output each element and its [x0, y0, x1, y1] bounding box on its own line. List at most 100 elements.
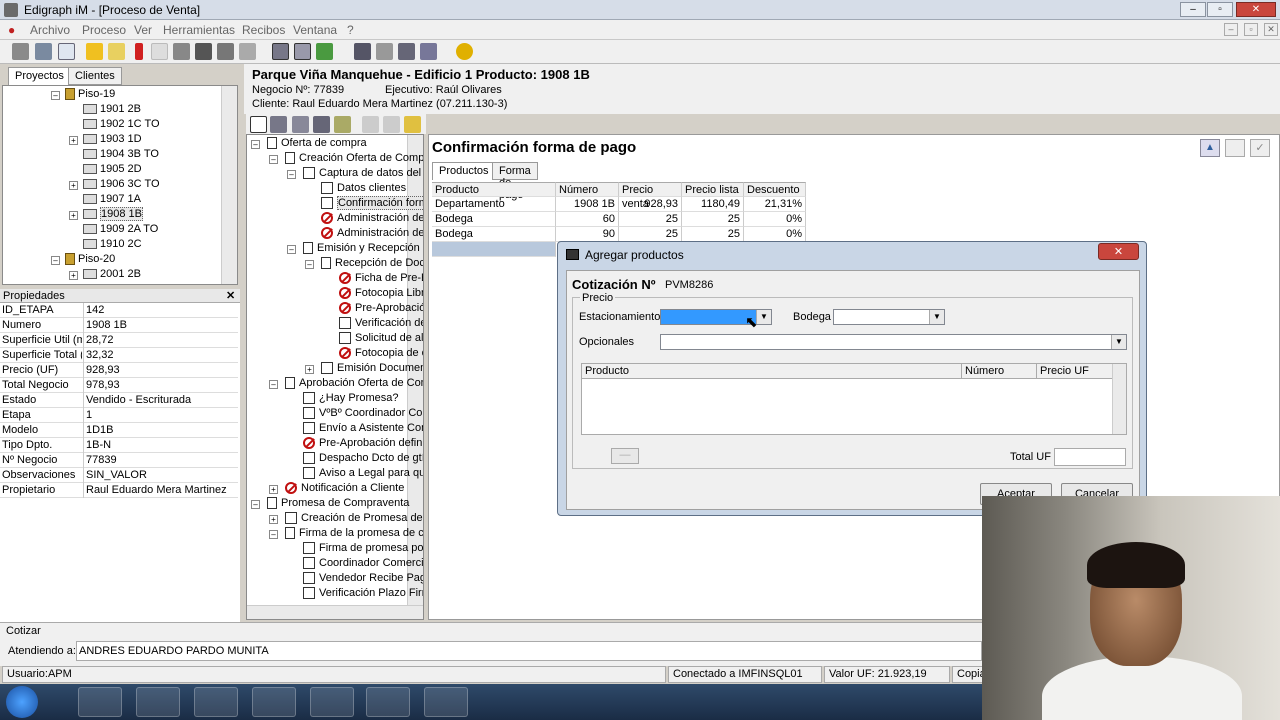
exclamation-icon[interactable] [135, 43, 143, 60]
menu-recibos[interactable]: Recibos [242, 23, 285, 37]
tree-unit-node[interactable]: 1904 3B TO [69, 148, 159, 163]
grid-header-cell[interactable]: Producto [432, 182, 556, 197]
grid-cell[interactable]: 0% [744, 212, 806, 227]
process-step[interactable]: – Recepción de Docu [305, 257, 423, 272]
property-row[interactable]: Propietario Raul Eduardo Mera Martinez [0, 483, 238, 498]
opcionales-select[interactable]: ▼ [660, 334, 1127, 350]
process-step[interactable]: – Promesa de Compraventa [251, 497, 409, 512]
process-step[interactable]: Pre-Aprobación definitiv [287, 437, 423, 452]
process-step[interactable]: + Creación de Promesa de Cc [269, 512, 423, 527]
tab-productos[interactable]: Productos [432, 162, 496, 180]
property-row[interactable]: Total Negocio 978,93 [0, 378, 238, 393]
app-taskbar-icon[interactable] [252, 687, 296, 717]
opcionales-table[interactable]: Producto Número Precio UF [581, 363, 1127, 435]
expand-icon[interactable]: – [51, 91, 60, 100]
close-button[interactable]: ✕ [1236, 2, 1276, 17]
property-row[interactable]: Modelo 1D1B [0, 423, 238, 438]
menu-help[interactable]: ? [347, 23, 354, 37]
users-tool-icon[interactable] [12, 43, 29, 60]
expand-icon[interactable]: – [251, 140, 260, 149]
process-step[interactable]: ¿Hay Promesa? [287, 392, 398, 407]
grid-cell[interactable]: 1908 1B [556, 197, 619, 212]
process-step[interactable]: Envío a Asistente Come [287, 422, 423, 437]
tree-floor-node[interactable]: – Piso-19 [51, 88, 115, 103]
process-step[interactable]: Administración de L [305, 212, 423, 227]
warning-icon[interactable] [86, 43, 103, 60]
property-row[interactable]: Superficie Util (m. 28,72 [0, 333, 238, 348]
property-row[interactable]: Nº Negocio 77839 [0, 453, 238, 468]
text-icon[interactable] [151, 43, 168, 60]
menu-ver[interactable]: Ver [134, 23, 152, 37]
grid-cell[interactable]: 60 [556, 212, 619, 227]
process-step[interactable]: – Creación Oferta de Compra [269, 152, 423, 167]
cotizar-label[interactable]: Cotizar [6, 625, 41, 637]
tree-unit-node[interactable]: +1903 1D [69, 133, 142, 148]
powerpoint-taskbar-icon[interactable] [366, 687, 410, 717]
expand-icon[interactable]: – [269, 380, 278, 389]
expand-icon[interactable]: + [69, 271, 78, 280]
property-row[interactable]: Estado Vendido - Escriturada [0, 393, 238, 408]
export-icon[interactable] [334, 116, 351, 133]
maximize-button[interactable]: ▫ [1207, 2, 1233, 17]
grid-cell[interactable]: 1180,49 [682, 197, 744, 212]
total-uf-field[interactable] [1054, 448, 1126, 466]
process-step[interactable]: + Emisión Documentc [305, 362, 423, 377]
expand-icon[interactable]: – [287, 170, 296, 179]
alert-icon[interactable] [108, 43, 125, 60]
chevron-down-icon[interactable]: ▼ [1111, 335, 1126, 349]
process-step[interactable]: – Aprobación Oferta de Comp [269, 377, 423, 392]
refresh-icon[interactable] [316, 43, 333, 60]
list-icon[interactable] [376, 43, 393, 60]
mdi-minimize-button[interactable]: – [1224, 23, 1238, 36]
process-step[interactable]: VºBº Coordinador Come [287, 407, 423, 422]
grid-header-cell[interactable]: Número [556, 182, 619, 197]
expand-icon[interactable]: – [305, 260, 314, 269]
ie-taskbar-icon[interactable] [78, 687, 122, 717]
grid-selected-row[interactable] [432, 242, 556, 257]
process-step[interactable]: Despacho Dcto de gtía [287, 452, 423, 467]
menu-herramientas[interactable]: Herramientas [163, 23, 235, 37]
exit-icon[interactable] [456, 43, 473, 60]
tree-unit-node[interactable]: +1906 3C TO [69, 178, 160, 193]
grid-cell[interactable]: Bodega [432, 227, 556, 242]
process-step[interactable]: Verificación Plazo Firma [287, 587, 423, 602]
explorer-taskbar-icon[interactable] [136, 687, 180, 717]
check-icon[interactable]: ✓ [1250, 139, 1270, 157]
process-step[interactable]: – Captura de datos del cc [287, 167, 423, 182]
process-step[interactable]: Coordinador Comercial ε [287, 557, 423, 572]
process-step[interactable]: – Firma de la promesa de com [269, 527, 423, 542]
process-step[interactable]: Confirmación forma [305, 196, 423, 212]
expand-icon[interactable]: – [269, 155, 278, 164]
property-row[interactable]: Superficie Total (32,32 [0, 348, 238, 363]
minimize-button[interactable]: – [1180, 2, 1206, 17]
start-button[interactable] [6, 686, 38, 718]
grid-cell[interactable]: Bodega [432, 212, 556, 227]
tree-unit-node[interactable]: +1908 1B [69, 207, 143, 223]
grid-cell[interactable]: 25 [682, 212, 744, 227]
print-icon[interactable] [173, 43, 190, 60]
expand-icon[interactable]: + [69, 181, 78, 190]
grid-cell[interactable]: 21,31% [744, 197, 806, 212]
process-step[interactable]: Ficha de Pre-Ev [323, 272, 423, 287]
process-tree[interactable]: – Oferta de compra – Creación Oferta de Com… [246, 134, 424, 620]
print-disabled-icon[interactable] [362, 116, 379, 133]
grid-cell[interactable]: 0% [744, 227, 806, 242]
property-row[interactable]: Etapa 1 [0, 408, 238, 423]
opcionales-table-scrollbar[interactable] [1112, 364, 1126, 434]
expand-icon[interactable]: + [69, 211, 78, 220]
grid-cell[interactable]: Departamento [432, 197, 556, 212]
tree-unit-node[interactable]: 1909 2A TO [69, 223, 158, 238]
keys-icon[interactable] [195, 43, 212, 60]
tree-unit-node[interactable]: 1905 2D [69, 163, 142, 178]
menu-archivo[interactable]: Archivo [30, 23, 70, 37]
chevron-down-icon[interactable]: ▼ [929, 310, 944, 324]
process-step[interactable]: Datos clientes [305, 182, 406, 197]
tree-unit-node[interactable]: +2001 2B [69, 268, 141, 283]
list-icon[interactable] [292, 116, 309, 133]
tree-unit-node[interactable]: 1910 2C [69, 238, 142, 253]
process-step[interactable]: Vendedor Recibe Pago [287, 572, 423, 587]
tree-unit-node[interactable]: 1907 1A [69, 193, 141, 208]
mdi-restore-button[interactable]: ▫ [1244, 23, 1258, 36]
excel-taskbar-icon[interactable] [310, 687, 354, 717]
atendiendo-field[interactable]: ANDRES EDUARDO PARDO MUNITA [76, 641, 982, 661]
